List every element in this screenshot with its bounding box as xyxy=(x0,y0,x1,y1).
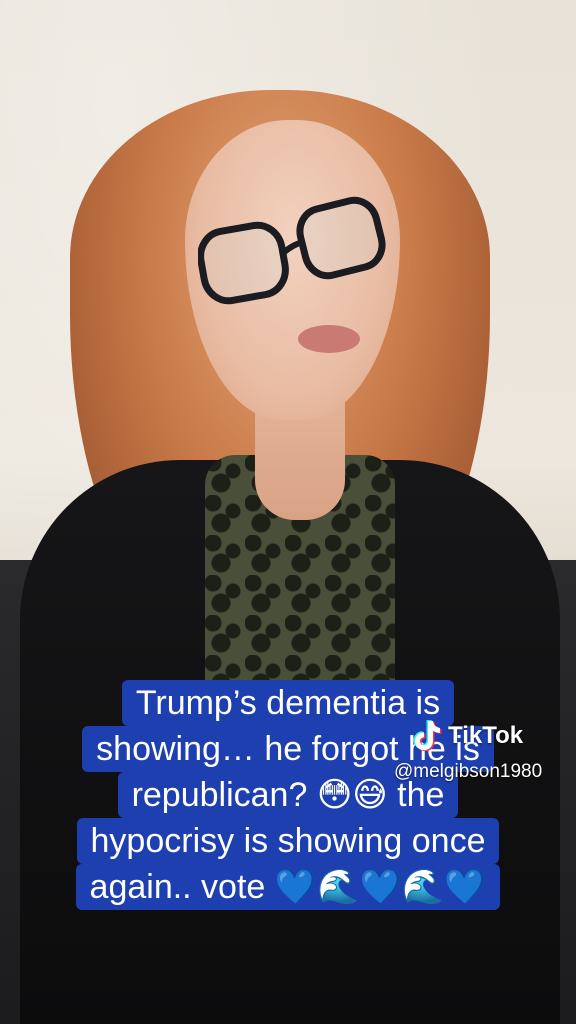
tiktok-username: @melgibson1980 xyxy=(394,761,543,782)
video-frame: Trump’s dementia is showing… he forgot h… xyxy=(0,0,576,1024)
glasses-icon xyxy=(198,196,386,305)
caption-overlay: Trump’s dementia is showing… he forgot h… xyxy=(14,680,562,910)
person-lips xyxy=(298,325,360,353)
caption-line-5: again.. vote 💙🌊💙🌊💙 xyxy=(75,864,501,910)
tiktok-brand-label: TikTok xyxy=(448,722,524,749)
tiktok-note-icon xyxy=(413,720,442,752)
caption-line-4: hypocrisy is showing once xyxy=(76,818,500,864)
caption-line-1: Trump’s dementia is xyxy=(121,680,455,726)
tiktok-watermark: TikTok xyxy=(412,719,523,753)
